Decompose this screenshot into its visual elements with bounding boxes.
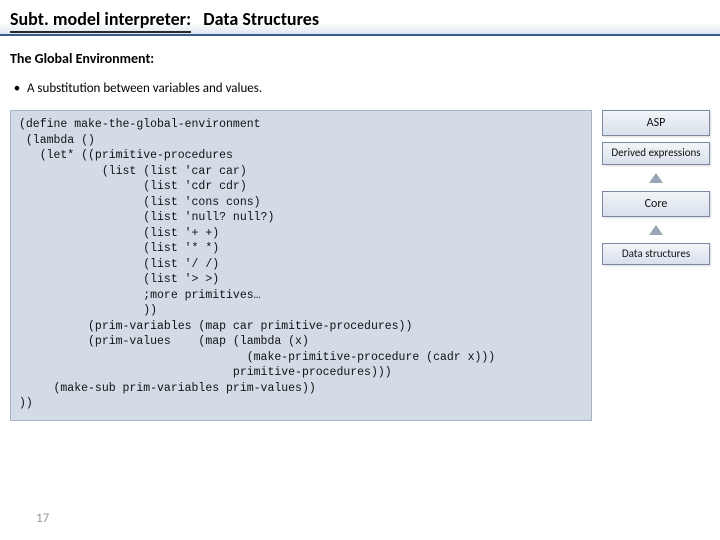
box-core: Core (602, 191, 710, 217)
title-prefix: Subt. model interpreter: (10, 8, 191, 33)
slide-title: Subt. model interpreter: Data Structures (10, 8, 710, 30)
title-topic: Data Structures (203, 8, 319, 30)
bullet-text: A substitution between variables and val… (27, 81, 262, 96)
section-heading: The Global Environment: (0, 36, 720, 75)
bullet-dot: • (10, 81, 24, 96)
slide-header: Subt. model interpreter: Data Structures (0, 0, 720, 36)
box-derived: Derived expressions (602, 142, 710, 165)
code-block: (define make-the-global-environment (lam… (10, 110, 592, 421)
content-row: (define make-the-global-environment (lam… (0, 110, 720, 421)
bullet-line: • A substitution between variables and v… (0, 75, 720, 110)
arrow-icon (649, 225, 663, 235)
arrow-icon (649, 173, 663, 183)
page-number: 17 (36, 511, 49, 526)
box-data-structures: Data structures (602, 243, 710, 266)
box-asp: ASP (602, 110, 710, 136)
side-diagram: ASP Derived expressions Core Data struct… (602, 110, 710, 265)
